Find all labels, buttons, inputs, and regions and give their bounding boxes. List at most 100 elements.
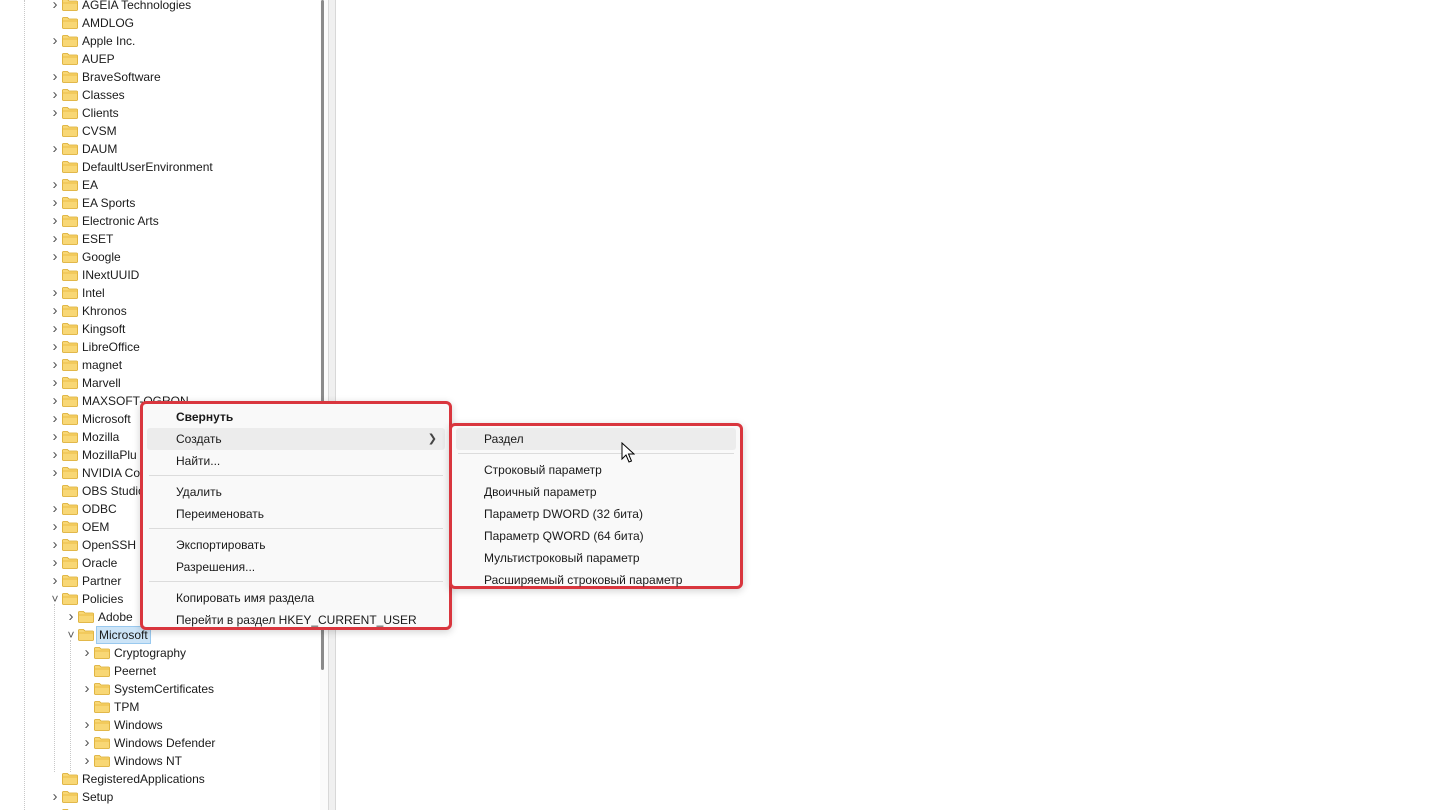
chevron-right-icon[interactable]: › <box>50 554 60 572</box>
chevron-right-icon[interactable]: › <box>50 212 60 230</box>
menu-item-export[interactable]: Экспортировать <box>143 534 449 556</box>
tree-item-label: NVIDIA Co <box>82 466 141 480</box>
tree-item[interactable]: › ESET <box>0 230 320 248</box>
folder-icon <box>94 701 110 713</box>
tree-item[interactable]: › DAUM <box>0 140 320 158</box>
chevron-right-icon[interactable]: › <box>50 140 60 158</box>
chevron-right-icon[interactable]: › <box>50 536 60 554</box>
chevron-right-icon[interactable]: › <box>82 644 92 662</box>
chevron-down-icon[interactable]: ˅ <box>66 626 76 644</box>
tree-item-label: EA Sports <box>82 196 136 210</box>
tree-item[interactable]: AUEP <box>0 50 320 68</box>
chevron-right-icon[interactable]: › <box>50 572 60 590</box>
chevron-right-icon[interactable]: › <box>50 428 60 446</box>
tree-item[interactable]: › magnet <box>0 356 320 374</box>
chevron-right-icon[interactable]: › <box>50 86 60 104</box>
folder-icon <box>62 485 78 497</box>
chevron-right-icon[interactable]: › <box>82 716 92 734</box>
tree-item[interactable]: TPM <box>0 698 320 716</box>
chevron-right-icon[interactable]: › <box>50 302 60 320</box>
chevron-right-icon[interactable]: › <box>50 176 60 194</box>
chevron-right-icon[interactable]: › <box>50 338 60 356</box>
menu-item-copy-key-name[interactable]: Копировать имя раздела <box>143 587 449 609</box>
tree-item[interactable]: DefaultUserEnvironment <box>0 158 320 176</box>
tree-item[interactable]: › Windows NT <box>0 752 320 770</box>
chevron-right-icon[interactable]: › <box>50 500 60 518</box>
submenu-item-multi-string-value[interactable]: Мультистроковый параметр <box>452 547 740 569</box>
chevron-right-icon[interactable]: › <box>82 734 92 752</box>
menu-item-rename[interactable]: Переименовать <box>143 503 449 525</box>
tree-item[interactable]: › Classes <box>0 86 320 104</box>
tree-item[interactable]: › Kingsoft <box>0 320 320 338</box>
tree-item[interactable]: › EA <box>0 176 320 194</box>
chevron-right-icon[interactable]: › <box>50 446 60 464</box>
tree-item[interactable]: › Intel <box>0 284 320 302</box>
values-pane[interactable] <box>336 0 1440 810</box>
tree-item[interactable]: › Khronos <box>0 302 320 320</box>
chevron-right-icon[interactable]: › <box>50 374 60 392</box>
chevron-right-icon[interactable]: › <box>82 680 92 698</box>
chevron-right-icon[interactable]: › <box>50 32 60 50</box>
folder-icon <box>62 323 78 335</box>
submenu-item-dword-value[interactable]: Параметр DWORD (32 бита) <box>452 503 740 525</box>
chevron-right-icon[interactable]: › <box>50 0 60 14</box>
tree-item[interactable]: › Marvell <box>0 374 320 392</box>
tree-item[interactable]: › Cryptography <box>0 644 320 662</box>
menu-item-collapse[interactable]: Свернуть <box>143 406 449 428</box>
menu-item-find[interactable]: Найти... <box>143 450 449 472</box>
chevron-right-icon[interactable]: › <box>50 806 60 810</box>
folder-icon <box>62 0 78 11</box>
tree-item[interactable]: › Clients <box>0 104 320 122</box>
folder-icon <box>62 71 78 83</box>
folder-icon <box>62 233 78 245</box>
tree-item[interactable]: CVSM <box>0 122 320 140</box>
chevron-right-icon[interactable]: › <box>50 464 60 482</box>
chevron-right-icon[interactable]: › <box>50 392 60 410</box>
tree-item[interactable]: › Electronic Arts <box>0 212 320 230</box>
tree-item-label: Electronic Arts <box>82 214 159 228</box>
menu-item-create[interactable]: Создать ❯ <box>147 428 445 450</box>
folder-icon <box>62 467 78 479</box>
chevron-right-icon[interactable]: › <box>50 356 60 374</box>
submenu-item-key[interactable]: Раздел <box>456 428 736 450</box>
tree-item[interactable]: › <box>0 806 320 810</box>
menu-item-go-to-hkcu[interactable]: Перейти в раздел HKEY_CURRENT_USER <box>143 609 449 631</box>
tree-item-label: Intel <box>82 286 105 300</box>
menu-item-delete[interactable]: Удалить <box>143 481 449 503</box>
tree-item[interactable]: › Setup <box>0 788 320 806</box>
chevron-right-icon[interactable]: › <box>50 518 60 536</box>
tree-item[interactable]: › Windows <box>0 716 320 734</box>
submenu-item-qword-value[interactable]: Параметр QWORD (64 бита) <box>452 525 740 547</box>
folder-icon <box>62 287 78 299</box>
chevron-right-icon[interactable]: › <box>50 68 60 86</box>
submenu-item-string-value[interactable]: Строковый параметр <box>452 459 740 481</box>
submenu-item-expandable-string-value[interactable]: Расширяемый строковый параметр <box>452 569 740 591</box>
chevron-right-icon[interactable]: › <box>50 104 60 122</box>
chevron-right-icon[interactable]: › <box>50 788 60 806</box>
chevron-right-icon[interactable]: › <box>82 752 92 770</box>
tree-item[interactable]: › Google <box>0 248 320 266</box>
tree-item[interactable]: › AGEIA Technologies <box>0 0 320 14</box>
tree-item[interactable]: › Apple Inc. <box>0 32 320 50</box>
menu-item-permissions[interactable]: Разрешения... <box>143 556 449 578</box>
chevron-right-icon[interactable]: › <box>50 410 60 428</box>
submenu-item-binary-value[interactable]: Двоичный параметр <box>452 481 740 503</box>
tree-item[interactable]: AMDLOG <box>0 14 320 32</box>
tree-item[interactable]: Peernet <box>0 662 320 680</box>
tree-item[interactable]: › Windows Defender <box>0 734 320 752</box>
tree-item[interactable]: INextUUID <box>0 266 320 284</box>
tree-item[interactable]: RegisteredApplications <box>0 770 320 788</box>
chevron-right-icon[interactable]: › <box>50 284 60 302</box>
chevron-right-icon[interactable]: › <box>50 248 60 266</box>
chevron-down-icon[interactable]: ˅ <box>50 590 60 608</box>
chevron-right-icon[interactable]: › <box>50 230 60 248</box>
folder-icon <box>62 143 78 155</box>
tree-item[interactable]: › SystemCertificates <box>0 680 320 698</box>
tree-item[interactable]: › LibreOffice <box>0 338 320 356</box>
chevron-right-icon[interactable]: › <box>66 608 76 626</box>
chevron-right-icon[interactable]: › <box>50 320 60 338</box>
chevron-right-icon[interactable]: › <box>50 194 60 212</box>
tree-item[interactable]: › EA Sports <box>0 194 320 212</box>
tree-item[interactable]: › BraveSoftware <box>0 68 320 86</box>
tree-item-label: EA <box>82 178 99 192</box>
